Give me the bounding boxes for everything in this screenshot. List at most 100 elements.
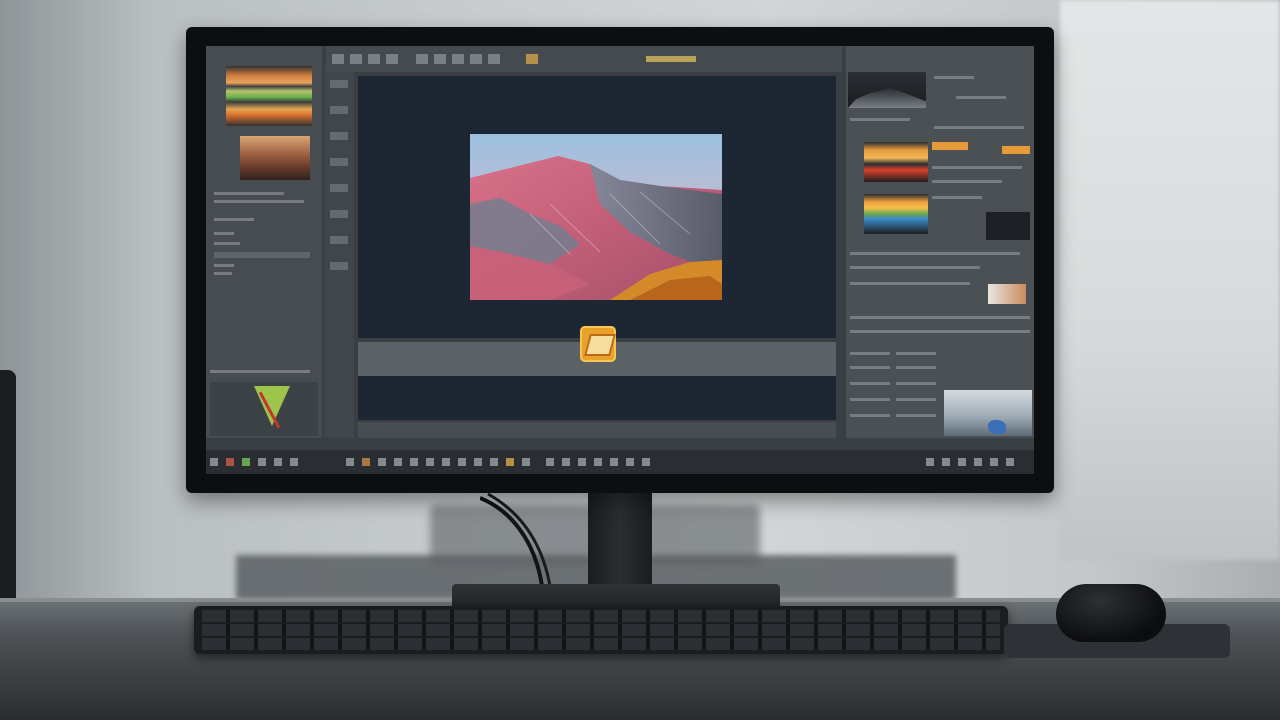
color-chip[interactable] — [1002, 146, 1030, 154]
panel-text-line — [214, 232, 234, 235]
tool-button[interactable] — [330, 80, 348, 88]
keyboard-key-row — [202, 638, 1000, 650]
small-thumbnail[interactable] — [988, 284, 1026, 304]
taskbar-app-icon[interactable] — [474, 458, 482, 466]
gradient-preview-thumbnail[interactable] — [226, 66, 312, 126]
panel-text-line — [214, 272, 232, 275]
gradient-swatch[interactable] — [864, 142, 928, 182]
app-launcher-icon-glyph — [584, 334, 616, 356]
taskbar-app-icon[interactable] — [522, 458, 530, 466]
panel-text-line — [932, 166, 1022, 169]
toolbar-button[interactable] — [350, 54, 362, 64]
start-icon[interactable] — [210, 458, 218, 466]
keyboard-key-row — [202, 610, 1000, 622]
panel-text-line — [850, 414, 890, 417]
panel-text-line — [896, 398, 936, 401]
panel-text-line — [850, 118, 910, 121]
tool-button[interactable] — [330, 236, 348, 244]
panel-text-line — [214, 264, 234, 267]
gradient-swatch[interactable] — [864, 194, 928, 234]
background-window-light — [1060, 0, 1280, 560]
panel-text-line — [214, 218, 254, 221]
computer-mouse — [1056, 584, 1166, 642]
taskbar-app-icon[interactable] — [610, 458, 618, 466]
right-panel — [846, 46, 1034, 438]
tool-strip — [324, 66, 354, 438]
preview-marker — [988, 420, 1006, 434]
panel-text-line — [850, 316, 1030, 319]
panel-text-line — [214, 200, 304, 203]
taskbar-app-icon[interactable] — [290, 458, 298, 466]
taskbar-app-icon[interactable] — [426, 458, 434, 466]
tool-button[interactable] — [330, 210, 348, 218]
tray-icon[interactable] — [942, 458, 950, 466]
taskbar-app-icon[interactable] — [362, 458, 370, 466]
taskbar — [206, 450, 1034, 474]
toolbar-button[interactable] — [470, 54, 482, 64]
taskbar-app-icon[interactable] — [562, 458, 570, 466]
panel-text-line — [934, 76, 974, 79]
tray-icon[interactable] — [926, 458, 934, 466]
foreground-pillar — [0, 370, 16, 600]
panel-text-line — [850, 252, 1020, 255]
panel-selected-row[interactable] — [214, 252, 310, 258]
toolbar-button[interactable] — [434, 54, 446, 64]
toolbar-button[interactable] — [332, 54, 344, 64]
taskbar-app-icon[interactable] — [410, 458, 418, 466]
toolbar-button[interactable] — [386, 54, 398, 64]
tray-icon[interactable] — [1006, 458, 1014, 466]
monitor-stand-neck — [588, 492, 652, 592]
taskbar-app-icon[interactable] — [442, 458, 450, 466]
taskbar-app-icon[interactable] — [258, 458, 266, 466]
taskbar-app-icon[interactable] — [546, 458, 554, 466]
taskbar-app-icon[interactable] — [642, 458, 650, 466]
image-canvas[interactable] — [358, 76, 836, 338]
toolbar-button[interactable] — [416, 54, 428, 64]
panel-text-line — [896, 414, 936, 417]
toolbar-button[interactable] — [452, 54, 464, 64]
keyboard — [194, 606, 1008, 654]
taskbar-app-icon[interactable] — [242, 458, 250, 466]
preview-box — [986, 212, 1030, 240]
tray-icon[interactable] — [958, 458, 966, 466]
toolbar-button[interactable] — [488, 54, 500, 64]
left-panel — [206, 46, 322, 438]
taskbar-app-icon[interactable] — [458, 458, 466, 466]
toolbar-button-active[interactable] — [526, 54, 538, 64]
tray-icon[interactable] — [990, 458, 998, 466]
panel-text-line — [214, 192, 284, 195]
taskbar-app-icon[interactable] — [490, 458, 498, 466]
taskbar-app-icon[interactable] — [626, 458, 634, 466]
tool-button[interactable] — [330, 132, 348, 140]
timeline-footer — [358, 422, 836, 438]
tool-button[interactable] — [330, 158, 348, 166]
taskbar-app-icon[interactable] — [378, 458, 386, 466]
tool-button[interactable] — [330, 106, 348, 114]
taskbar-app-icon[interactable] — [226, 458, 234, 466]
top-toolbar — [326, 46, 842, 72]
panel-text-line — [896, 382, 936, 385]
panel-text-line — [850, 352, 890, 355]
panel-text-line — [850, 398, 890, 401]
taskbar-app-icon[interactable] — [506, 458, 514, 466]
taskbar-app-icon[interactable] — [594, 458, 602, 466]
panel-text-line — [850, 282, 970, 285]
tool-button[interactable] — [330, 262, 348, 270]
taskbar-app-icon[interactable] — [274, 458, 282, 466]
tray-icon[interactable] — [974, 458, 982, 466]
panel-text-line — [896, 366, 936, 369]
toolbar-button[interactable] — [368, 54, 380, 64]
tool-button[interactable] — [330, 184, 348, 192]
taskbar-app-icon[interactable] — [346, 458, 354, 466]
taskbar-app-icon[interactable] — [394, 458, 402, 466]
panel-text-line — [850, 382, 890, 385]
toolbar-progress-indicator — [646, 56, 696, 62]
panel-text-line — [956, 96, 1006, 99]
taskbar-app-icon[interactable] — [578, 458, 586, 466]
timeline-track[interactable] — [358, 376, 836, 420]
panel-text-line — [214, 242, 240, 245]
image-thumbnail[interactable] — [240, 136, 310, 180]
app-launcher-icon[interactable] — [580, 326, 616, 362]
color-chip[interactable] — [932, 142, 968, 150]
keyboard-key-row — [202, 624, 1000, 636]
